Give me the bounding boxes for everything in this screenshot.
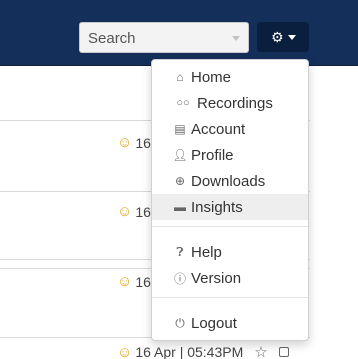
menu-item-label: Recordings — [197, 94, 273, 112]
menu-item-label: Logout — [191, 314, 237, 332]
comment-icon: ▬ — [174, 200, 186, 214]
star-icon[interactable]: ☆ — [254, 343, 267, 359]
row-date-fragment: 16 — [135, 273, 151, 290]
smile-icon: ☺ — [117, 203, 133, 220]
menu-item-label: Home — [191, 68, 232, 86]
list-item[interactable]: ☺ 16 — [117, 203, 151, 220]
row-date: 16 Apr | 05:43PM — [135, 344, 244, 359]
list-item[interactable]: ☺ 16 — [117, 273, 151, 290]
menu-item-label: Insights — [191, 198, 243, 216]
row-date-fragment: 16 — [135, 203, 151, 220]
info-icon: ⓘ — [173, 271, 186, 286]
menu-item-logout[interactable]: ⏻ Logout — [152, 310, 308, 336]
list-item[interactable]: ☺ 16 Apr | 05:43PM ☆ — [117, 343, 289, 359]
menu-item-help[interactable]: ❓︎ Help — [152, 239, 308, 265]
power-icon: ⏻ — [175, 315, 185, 330]
menu-item-downloads[interactable]: ⊕ Downloads — [152, 168, 308, 194]
menu-item-label: Profile — [191, 146, 234, 164]
smile-icon: ☺ — [117, 134, 133, 151]
menu-divider — [152, 297, 308, 298]
home-icon: ⌂ — [176, 70, 184, 84]
search-placeholder: Search — [88, 30, 136, 47]
smile-icon: ☺ — [117, 343, 133, 359]
briefcase-icon: ▤ — [174, 122, 186, 136]
menu-item-profile[interactable]: 👤︎ Profile — [152, 142, 308, 168]
menu-item-recordings[interactable]: ○○ Recordings — [152, 90, 308, 116]
menu-item-version[interactable]: ⓘ Version — [152, 265, 308, 291]
caret-down-icon — [288, 35, 296, 40]
question-icon: ❓︎ — [176, 244, 184, 259]
checkbox-icon[interactable] — [278, 347, 289, 357]
settings-dropdown-button[interactable]: ⚙ — [257, 22, 309, 52]
menu-divider — [152, 226, 308, 227]
menu-item-insights[interactable]: ▬ Insights — [152, 194, 308, 220]
menu-item-home[interactable]: ⌂ Home — [152, 64, 308, 90]
voicemail-icon: ○○ — [176, 97, 190, 109]
menu-item-label: Help — [191, 243, 222, 261]
menu-item-label: Downloads — [191, 172, 266, 190]
menu-item-label: Version — [191, 269, 242, 287]
search-select[interactable]: Search — [79, 22, 249, 53]
download-icon: ⊕ — [174, 174, 186, 188]
chevron-down-icon — [232, 36, 240, 41]
gear-icon: ⚙ — [271, 29, 284, 45]
menu-item-label: Account — [191, 120, 246, 138]
top-navbar: Search ⚙ — [0, 0, 358, 66]
user-icon: 👤︎ — [172, 148, 188, 162]
smile-icon: ☺ — [117, 273, 133, 290]
row-date-fragment: 16 — [135, 134, 151, 151]
settings-dropdown-menu: ⌂ Home ○○ Recordings ▤ Account 👤︎ Profil… — [151, 59, 309, 341]
menu-item-account[interactable]: ▤ Account — [152, 116, 308, 142]
list-item[interactable]: ☺ 16 — [117, 134, 151, 151]
